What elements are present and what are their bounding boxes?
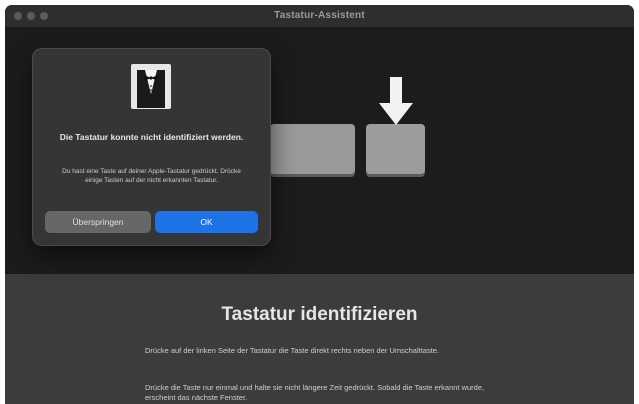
instructions-paragraph: Drücke auf der linken Seite der Tastatur… [145,346,440,355]
skip-button[interactable]: Überspringen [45,211,151,233]
dialog-message: Du hast eine Taste auf deiner Apple-Tast… [62,168,241,184]
ok-button[interactable]: OK [155,211,258,233]
instructions-panel: Tastatur identifizieren Drücke auf der l… [5,274,634,404]
target-key-illustration [366,124,425,174]
instructions-paragraph: Drücke die Taste nur einmal und halte si… [145,383,485,402]
shift-key-illustration [270,124,355,174]
tuxedo-icon [131,64,171,109]
dialog-title: Die Tastatur konnte nicht identifiziert … [59,132,244,142]
title-bar: Tastatur-Assistent [5,5,634,28]
down-arrow-icon [379,77,413,125]
keyboard-not-identified-dialog: Die Tastatur konnte nicht identifiziert … [32,48,271,246]
instructions-title: Tastatur identifizieren [221,304,418,325]
window-title: Tastatur-Assistent [274,10,365,21]
